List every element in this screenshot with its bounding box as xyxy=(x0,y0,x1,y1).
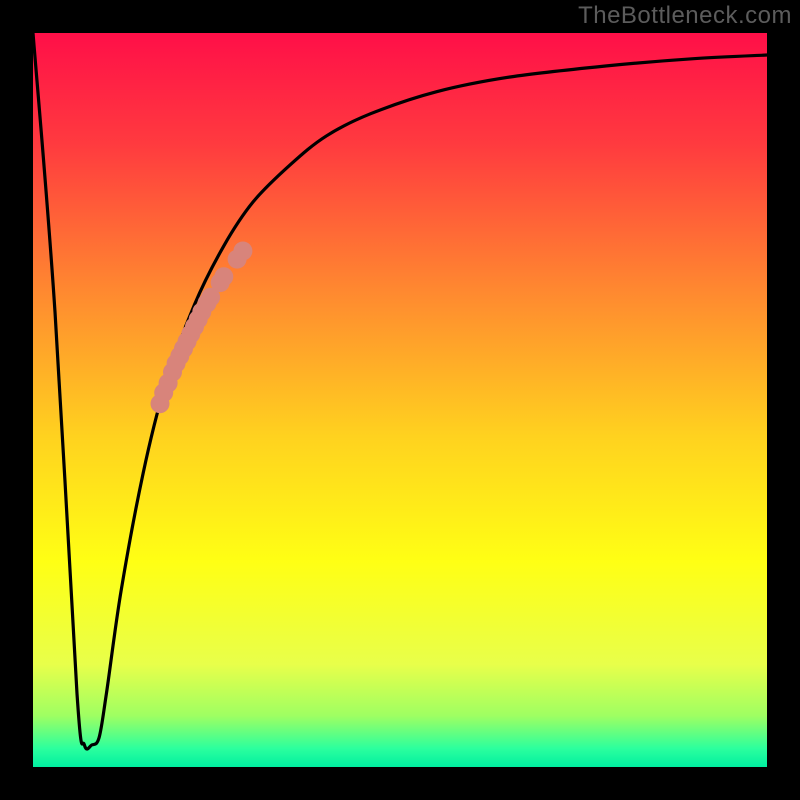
highlight-dot xyxy=(214,267,233,286)
highlighted-points xyxy=(151,242,253,414)
frame-border-right xyxy=(767,0,800,800)
chart-stage: TheBottleneck.com xyxy=(0,0,800,800)
bottleneck-curve xyxy=(33,33,767,749)
chart-frame xyxy=(0,0,800,800)
highlight-dot xyxy=(233,242,252,261)
plot-area xyxy=(33,33,767,767)
frame-border-left xyxy=(0,0,33,800)
watermark-text: TheBottleneck.com xyxy=(578,2,792,30)
chart-overlay xyxy=(33,33,767,767)
frame-border-bottom xyxy=(0,767,800,800)
